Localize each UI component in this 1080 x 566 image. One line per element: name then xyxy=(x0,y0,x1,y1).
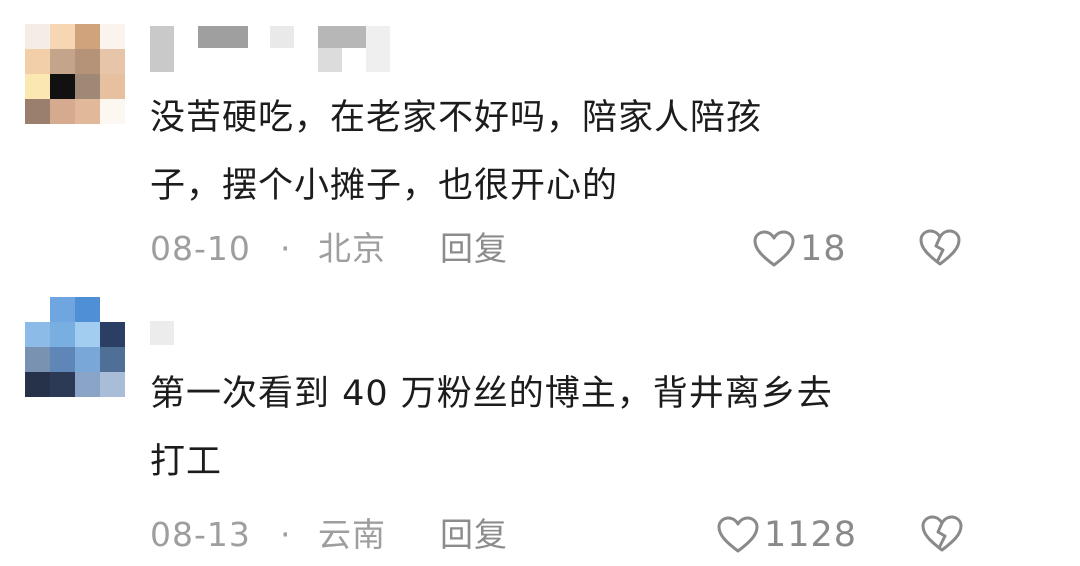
comment-location: 北京 xyxy=(318,229,386,268)
avatar-mosaic-pixel xyxy=(25,24,50,49)
username-redacted[interactable] xyxy=(150,26,400,72)
like-count: 18 xyxy=(800,229,847,269)
avatar-mosaic-pixel xyxy=(75,372,100,397)
mosaic-block xyxy=(150,321,174,345)
like-button[interactable]: 1128 xyxy=(716,513,857,557)
mosaic-block xyxy=(318,48,342,72)
avatar-mosaic-pixel xyxy=(25,74,50,99)
mosaic-block xyxy=(366,26,390,72)
avatar-mosaic-pixel xyxy=(100,49,125,74)
comment-meta: 08-10 · 北京 回复 18 xyxy=(150,227,980,271)
avatar-mosaic-pixel xyxy=(100,297,125,322)
broken-heart-icon xyxy=(919,229,961,266)
like-count: 1128 xyxy=(764,515,858,555)
comment-text: 第一次看到 40 万粉丝的博主，背井离乡去 打工 xyxy=(150,374,833,482)
separator-dot: · xyxy=(280,515,291,554)
comment-location: 云南 xyxy=(318,515,386,554)
avatar-mosaic-pixel xyxy=(100,347,125,372)
avatar-mosaic-pixel xyxy=(50,24,75,49)
avatar-mosaic-pixel xyxy=(50,347,75,372)
separator-dot: · xyxy=(280,229,291,268)
avatar-mosaic-pixel xyxy=(75,297,100,322)
mosaic-block xyxy=(318,26,366,48)
avatar-mosaic-pixel xyxy=(25,322,50,347)
avatar-mosaic-pixel xyxy=(50,372,75,397)
dislike-button[interactable] xyxy=(920,513,964,557)
avatar-mosaic-pixel xyxy=(25,49,50,74)
avatar-mosaic-pixel xyxy=(50,49,75,74)
comment-date: 08-10 xyxy=(150,229,251,268)
avatar-mosaic-pixel xyxy=(100,74,125,99)
avatar[interactable] xyxy=(25,297,125,397)
username-redacted[interactable] xyxy=(150,321,180,345)
comment-item: 第一次看到 40 万粉丝的博主，背井离乡去 打工 08-13 · 云南 回复 1… xyxy=(0,290,1080,564)
avatar-mosaic-pixel xyxy=(25,297,50,322)
avatar-mosaic-pixel xyxy=(100,99,125,124)
avatar-mosaic-pixel xyxy=(75,322,100,347)
heart-outline-icon xyxy=(717,516,759,553)
avatar-mosaic-pixel xyxy=(75,49,100,74)
comment-date: 08-13 xyxy=(150,515,251,554)
mosaic-block xyxy=(270,26,294,48)
avatar-mosaic-pixel xyxy=(75,347,100,372)
avatar-mosaic-pixel xyxy=(100,24,125,49)
avatar-mosaic-pixel xyxy=(50,99,75,124)
avatar-mosaic-pixel xyxy=(50,322,75,347)
reply-button[interactable]: 回复 xyxy=(440,513,508,557)
broken-heart-icon xyxy=(921,515,963,552)
heart-outline-icon xyxy=(753,230,795,267)
mosaic-block xyxy=(198,26,248,48)
avatar-mosaic-pixel xyxy=(100,322,125,347)
avatar-mosaic-pixel xyxy=(25,372,50,397)
avatar-mosaic-pixel xyxy=(25,99,50,124)
comment-meta: 08-13 · 云南 回复 1128 xyxy=(150,513,980,557)
avatar-mosaic-pixel xyxy=(75,74,100,99)
avatar-mosaic-pixel xyxy=(50,74,75,99)
reply-button[interactable]: 回复 xyxy=(440,227,508,271)
avatar-mosaic-pixel xyxy=(25,347,50,372)
avatar-mosaic-pixel xyxy=(75,24,100,49)
avatar-mosaic-pixel xyxy=(75,99,100,124)
comment-item: 没苦硬吃，在老家不好吗，陪家人陪孩 子，摆个小摊子，也很开心的 08-10 · … xyxy=(0,0,1080,290)
avatar-mosaic-pixel xyxy=(100,372,125,397)
avatar[interactable] xyxy=(25,24,125,124)
dislike-button[interactable] xyxy=(918,227,962,271)
like-button[interactable]: 18 xyxy=(752,227,847,271)
avatar-mosaic-pixel xyxy=(50,297,75,322)
mosaic-block xyxy=(150,26,174,72)
comment-text: 没苦硬吃，在老家不好吗，陪家人陪孩 子，摆个小摊子，也很开心的 xyxy=(150,98,763,206)
